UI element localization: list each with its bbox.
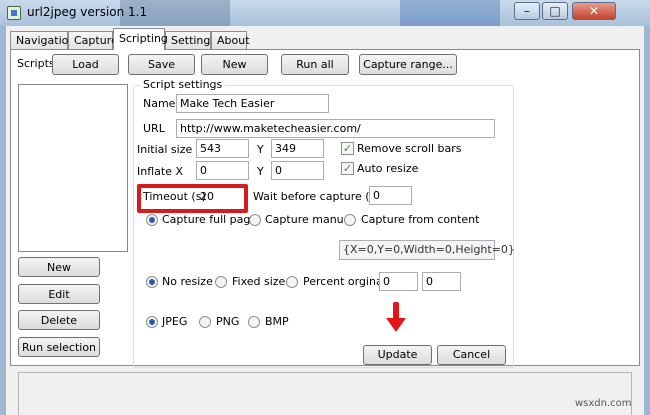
- capture-manual-label: Capture manual: [265, 213, 354, 226]
- png-label: PNG: [216, 315, 240, 328]
- inflate-label: Inflate X: [137, 165, 183, 178]
- run-all-button[interactable]: Run all: [281, 54, 349, 75]
- percent-original-label: Percent orginal: [303, 275, 386, 288]
- initial-size-label: Initial size X: [137, 143, 204, 156]
- name-input[interactable]: Make Tech Easier: [176, 94, 329, 113]
- tab-about[interactable]: About: [211, 31, 250, 49]
- name-label: Name: [143, 97, 176, 110]
- script-settings-title: Script settings: [140, 78, 226, 92]
- inflate-y-label: Y: [257, 165, 264, 178]
- background-window-strip: [400, 0, 500, 26]
- scripts-listbox[interactable]: [18, 84, 128, 252]
- scripts-label: Scripts: [17, 57, 55, 70]
- resize-width-input[interactable]: 0: [379, 272, 418, 291]
- tab-settings[interactable]: Settings: [165, 31, 216, 49]
- capture-range-button[interactable]: Capture range...: [359, 54, 457, 75]
- window-title: url2jpeg version 1.1: [27, 5, 148, 19]
- remove-scroll-bars-label: Remove scroll bars: [357, 142, 462, 155]
- percent-original-radio[interactable]: [286, 276, 298, 288]
- inflate-y-input[interactable]: 0: [271, 161, 324, 180]
- jpeg-radio[interactable]: [146, 316, 158, 328]
- initial-x-input[interactable]: 543: [196, 139, 249, 158]
- cancel-button[interactable]: Cancel: [437, 345, 506, 365]
- update-button[interactable]: Update: [363, 345, 432, 365]
- auto-resize-label: Auto resize: [357, 162, 419, 175]
- run-selection-button[interactable]: Run selection: [18, 337, 100, 357]
- capture-full-page-radio[interactable]: [146, 214, 158, 226]
- capture-from-content-radio[interactable]: [344, 214, 356, 226]
- app-icon: [7, 6, 21, 20]
- no-resize-radio[interactable]: [146, 276, 158, 288]
- capture-from-content-label: Capture from content: [361, 213, 480, 226]
- tab-capture[interactable]: Capture: [68, 31, 118, 49]
- delete-button[interactable]: Delete: [18, 310, 100, 330]
- initial-y-input[interactable]: 349: [271, 139, 324, 158]
- new-button[interactable]: New: [18, 257, 100, 277]
- red-arrow-head: [386, 318, 406, 332]
- png-radio[interactable]: [199, 316, 211, 328]
- tab-navigation[interactable]: Navigation: [10, 31, 75, 49]
- fixed-size-label: Fixed size: [232, 275, 286, 288]
- timeout-highlight-box: [137, 184, 248, 213]
- wait-before-capture-input[interactable]: 0: [369, 186, 412, 205]
- remove-scroll-bars-checkbox[interactable]: ✓: [341, 142, 354, 155]
- maximize-button[interactable]: □: [542, 2, 568, 20]
- initial-y-label: Y: [257, 143, 264, 156]
- capture-full-page-label: Capture full page: [162, 213, 258, 226]
- minimize-button[interactable]: –: [514, 2, 540, 20]
- watermark: wsxdn.com: [575, 398, 632, 409]
- resize-height-input[interactable]: 0: [422, 272, 461, 291]
- jpeg-label: JPEG: [162, 315, 188, 328]
- log-panel: [18, 372, 632, 415]
- inflate-x-input[interactable]: 0: [196, 161, 249, 180]
- bmp-radio[interactable]: [248, 316, 260, 328]
- bmp-label: BMP: [265, 315, 289, 328]
- auto-resize-checkbox[interactable]: ✓: [341, 162, 354, 175]
- new-script-button[interactable]: New: [201, 54, 268, 75]
- fixed-size-radio[interactable]: [215, 276, 227, 288]
- no-resize-label: No resize: [162, 275, 213, 288]
- url-label: URL: [143, 122, 165, 135]
- tab-scripting[interactable]: Scripting: [113, 28, 168, 50]
- capture-manual-radio[interactable]: [249, 214, 261, 226]
- load-button[interactable]: Load: [52, 54, 119, 75]
- edit-button[interactable]: Edit: [18, 284, 100, 304]
- close-button[interactable]: ✕: [572, 2, 616, 20]
- url-input[interactable]: http://www.maketecheasier.com/: [176, 119, 495, 138]
- capture-region-field: {X=0,Y=0,Width=0,Height=0}: [339, 240, 515, 260]
- save-button[interactable]: Save: [128, 54, 195, 75]
